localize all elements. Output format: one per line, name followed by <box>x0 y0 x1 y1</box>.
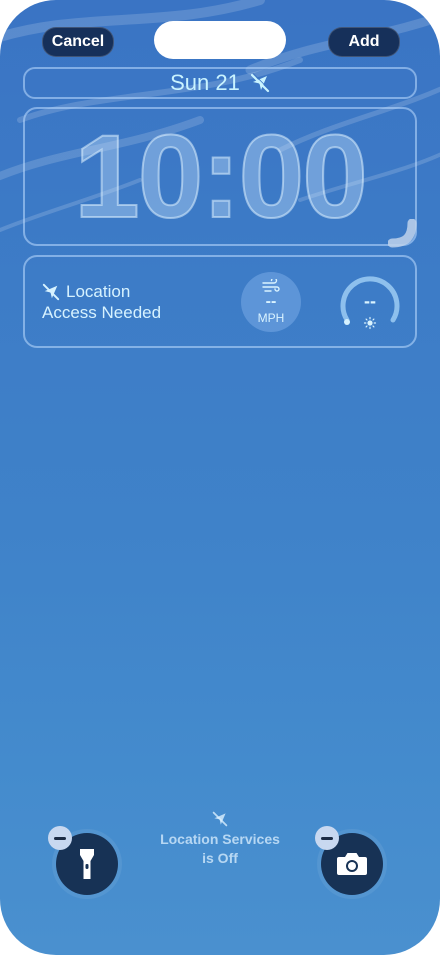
location-slash-icon <box>42 283 60 301</box>
clock-widget[interactable]: 10:00 <box>23 107 417 246</box>
flashlight-icon <box>80 849 94 879</box>
location-widget: Location <box>42 282 130 302</box>
wind-unit: MPH <box>257 311 285 325</box>
location-slash-icon <box>250 73 270 93</box>
location-subtitle: Access Needed <box>42 303 162 322</box>
lock-screen-editor: Cancel Add Sun 21 10:00 Location Access … <box>0 0 440 955</box>
location-services-line1: Location Services <box>160 831 280 847</box>
cancel-button[interactable]: Cancel <box>42 27 114 57</box>
gauge-widget: -- <box>340 276 400 330</box>
date-text: Sun 21 <box>170 70 240 95</box>
gauge-value: -- <box>364 291 376 311</box>
resize-handle[interactable] <box>388 219 418 249</box>
widgets-row[interactable]: Location Access Needed -- MPH -- <box>23 255 417 348</box>
date-widget[interactable]: Sun 21 <box>23 67 417 99</box>
remove-camera-button[interactable] <box>315 826 339 850</box>
add-button[interactable]: Add <box>328 27 400 57</box>
location-slash-icon <box>212 811 228 827</box>
dynamic-island <box>154 21 286 59</box>
camera-icon <box>337 853 367 875</box>
clock-time: 10:00 <box>73 111 369 243</box>
location-title: Location <box>66 282 131 301</box>
sun-icon <box>363 316 377 330</box>
location-services-line2: is Off <box>202 850 238 866</box>
wind-icon <box>262 279 280 292</box>
location-services-notice: Location Services is Off <box>150 811 290 868</box>
wind-widget: -- MPH <box>241 272 301 332</box>
wind-value: -- <box>265 293 277 310</box>
remove-flashlight-button[interactable] <box>48 826 72 850</box>
